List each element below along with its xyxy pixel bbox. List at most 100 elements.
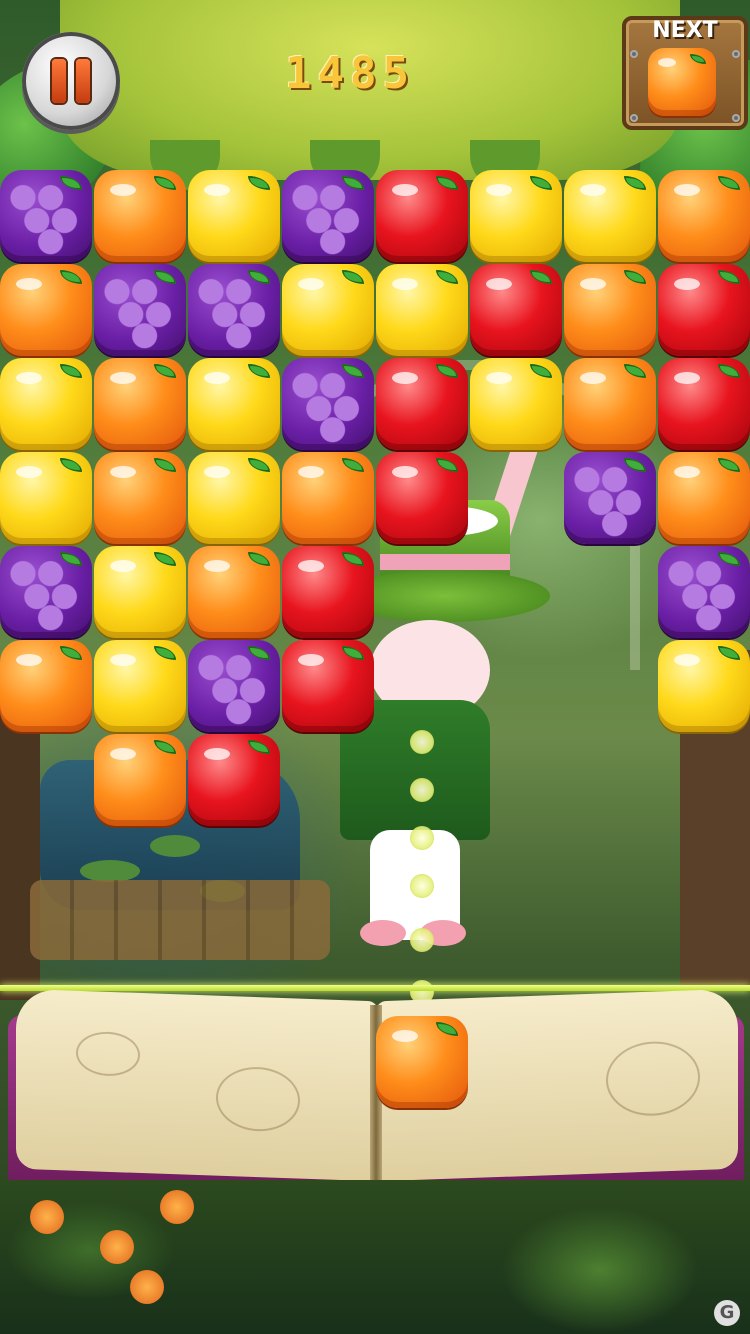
leaf-icon bbox=[154, 270, 176, 284]
pause-button[interactable] bbox=[22, 32, 120, 130]
board-cell bbox=[658, 358, 750, 450]
board-cell bbox=[282, 452, 374, 544]
board-cell bbox=[564, 452, 656, 544]
leaf-icon bbox=[718, 458, 740, 472]
score-display: 1485 bbox=[285, 48, 415, 99]
shine bbox=[674, 372, 700, 384]
apple-fruit bbox=[658, 264, 750, 356]
board-cell bbox=[658, 640, 750, 732]
lemon-fruit bbox=[658, 640, 750, 732]
shine bbox=[204, 748, 230, 760]
leaf-icon bbox=[690, 54, 706, 64]
leaf-icon bbox=[624, 458, 646, 472]
book-page-left bbox=[16, 988, 378, 1182]
leaf-icon bbox=[718, 270, 740, 284]
orange-fruit bbox=[564, 358, 656, 450]
board-cell bbox=[282, 170, 374, 262]
board-cell bbox=[658, 264, 750, 356]
foreground-plants bbox=[0, 1180, 750, 1334]
bolt-icon bbox=[630, 50, 638, 58]
next-fruit-preview bbox=[648, 48, 716, 116]
shine bbox=[110, 560, 136, 572]
apple-fruit bbox=[470, 264, 562, 356]
grape-fruit bbox=[564, 452, 656, 544]
leaf-icon bbox=[718, 646, 740, 660]
board-cell bbox=[282, 546, 374, 638]
grape-fruit bbox=[282, 170, 374, 262]
lemon-fruit bbox=[94, 546, 186, 638]
board-cell bbox=[188, 170, 280, 262]
shine bbox=[674, 654, 700, 666]
shine bbox=[204, 184, 230, 196]
leaf-icon bbox=[248, 646, 270, 660]
leaf-icon bbox=[154, 458, 176, 472]
shine bbox=[110, 654, 136, 666]
shine bbox=[16, 278, 42, 290]
grape-fruit bbox=[188, 640, 280, 732]
grape-fruit bbox=[0, 170, 92, 262]
leaf-icon bbox=[624, 364, 646, 378]
leaf-icon bbox=[342, 458, 364, 472]
orange-fruit bbox=[658, 452, 750, 544]
board-cell bbox=[94, 358, 186, 450]
orange-fruit bbox=[188, 546, 280, 638]
grape-fruit bbox=[188, 264, 280, 356]
shine bbox=[298, 278, 324, 290]
board-cell bbox=[0, 640, 92, 732]
shine bbox=[674, 466, 700, 478]
guide-dot bbox=[410, 778, 434, 802]
leaf-icon bbox=[60, 552, 82, 566]
bolt-icon bbox=[630, 114, 638, 122]
board-cell bbox=[94, 264, 186, 356]
orange-fruit bbox=[0, 640, 92, 732]
shine bbox=[110, 748, 136, 760]
orange-flower bbox=[130, 1270, 164, 1304]
pause-icon bbox=[76, 59, 90, 103]
lemon-fruit bbox=[188, 452, 280, 544]
leaf-icon bbox=[342, 270, 364, 284]
shine bbox=[580, 372, 606, 384]
bolt-icon bbox=[732, 50, 740, 58]
grape-fruit bbox=[282, 358, 374, 450]
leaf-icon bbox=[530, 176, 552, 190]
shine bbox=[486, 184, 512, 196]
next-label: NEXT bbox=[652, 18, 718, 43]
board-cell bbox=[470, 358, 562, 450]
leaf-icon bbox=[436, 364, 458, 378]
fruit-board bbox=[0, 170, 750, 826]
orange-flower bbox=[100, 1230, 134, 1264]
apple-fruit bbox=[282, 546, 374, 638]
guide-dot bbox=[410, 874, 434, 898]
leaf-icon bbox=[248, 270, 270, 284]
orange-flower bbox=[160, 1190, 194, 1224]
lemon-fruit bbox=[564, 170, 656, 262]
leaf-icon bbox=[436, 1022, 458, 1036]
leaf-icon bbox=[342, 364, 364, 378]
leaf-icon bbox=[436, 270, 458, 284]
shine bbox=[580, 184, 606, 196]
guide-dot bbox=[410, 826, 434, 850]
leaf-icon bbox=[248, 176, 270, 190]
board-cell bbox=[376, 452, 468, 544]
leaf-icon bbox=[530, 364, 552, 378]
leaf-icon bbox=[154, 176, 176, 190]
leaf-icon bbox=[530, 270, 552, 284]
leaf-icon bbox=[154, 552, 176, 566]
leaf-icon bbox=[154, 646, 176, 660]
orange-fruit[interactable] bbox=[376, 1016, 468, 1108]
board-cell bbox=[376, 170, 468, 262]
bolt-icon bbox=[732, 114, 740, 122]
board-cell bbox=[470, 264, 562, 356]
shine bbox=[392, 372, 418, 384]
shine bbox=[486, 372, 512, 384]
board-cell bbox=[188, 264, 280, 356]
active-fruit-piece[interactable] bbox=[376, 1016, 468, 1108]
board-cell bbox=[188, 358, 280, 450]
orange-flower bbox=[30, 1200, 64, 1234]
shine bbox=[674, 184, 700, 196]
leaf-icon bbox=[154, 364, 176, 378]
lemon-fruit bbox=[470, 170, 562, 262]
watermark-logo: G bbox=[714, 1300, 740, 1326]
orange-fruit bbox=[94, 452, 186, 544]
shine bbox=[674, 278, 700, 290]
